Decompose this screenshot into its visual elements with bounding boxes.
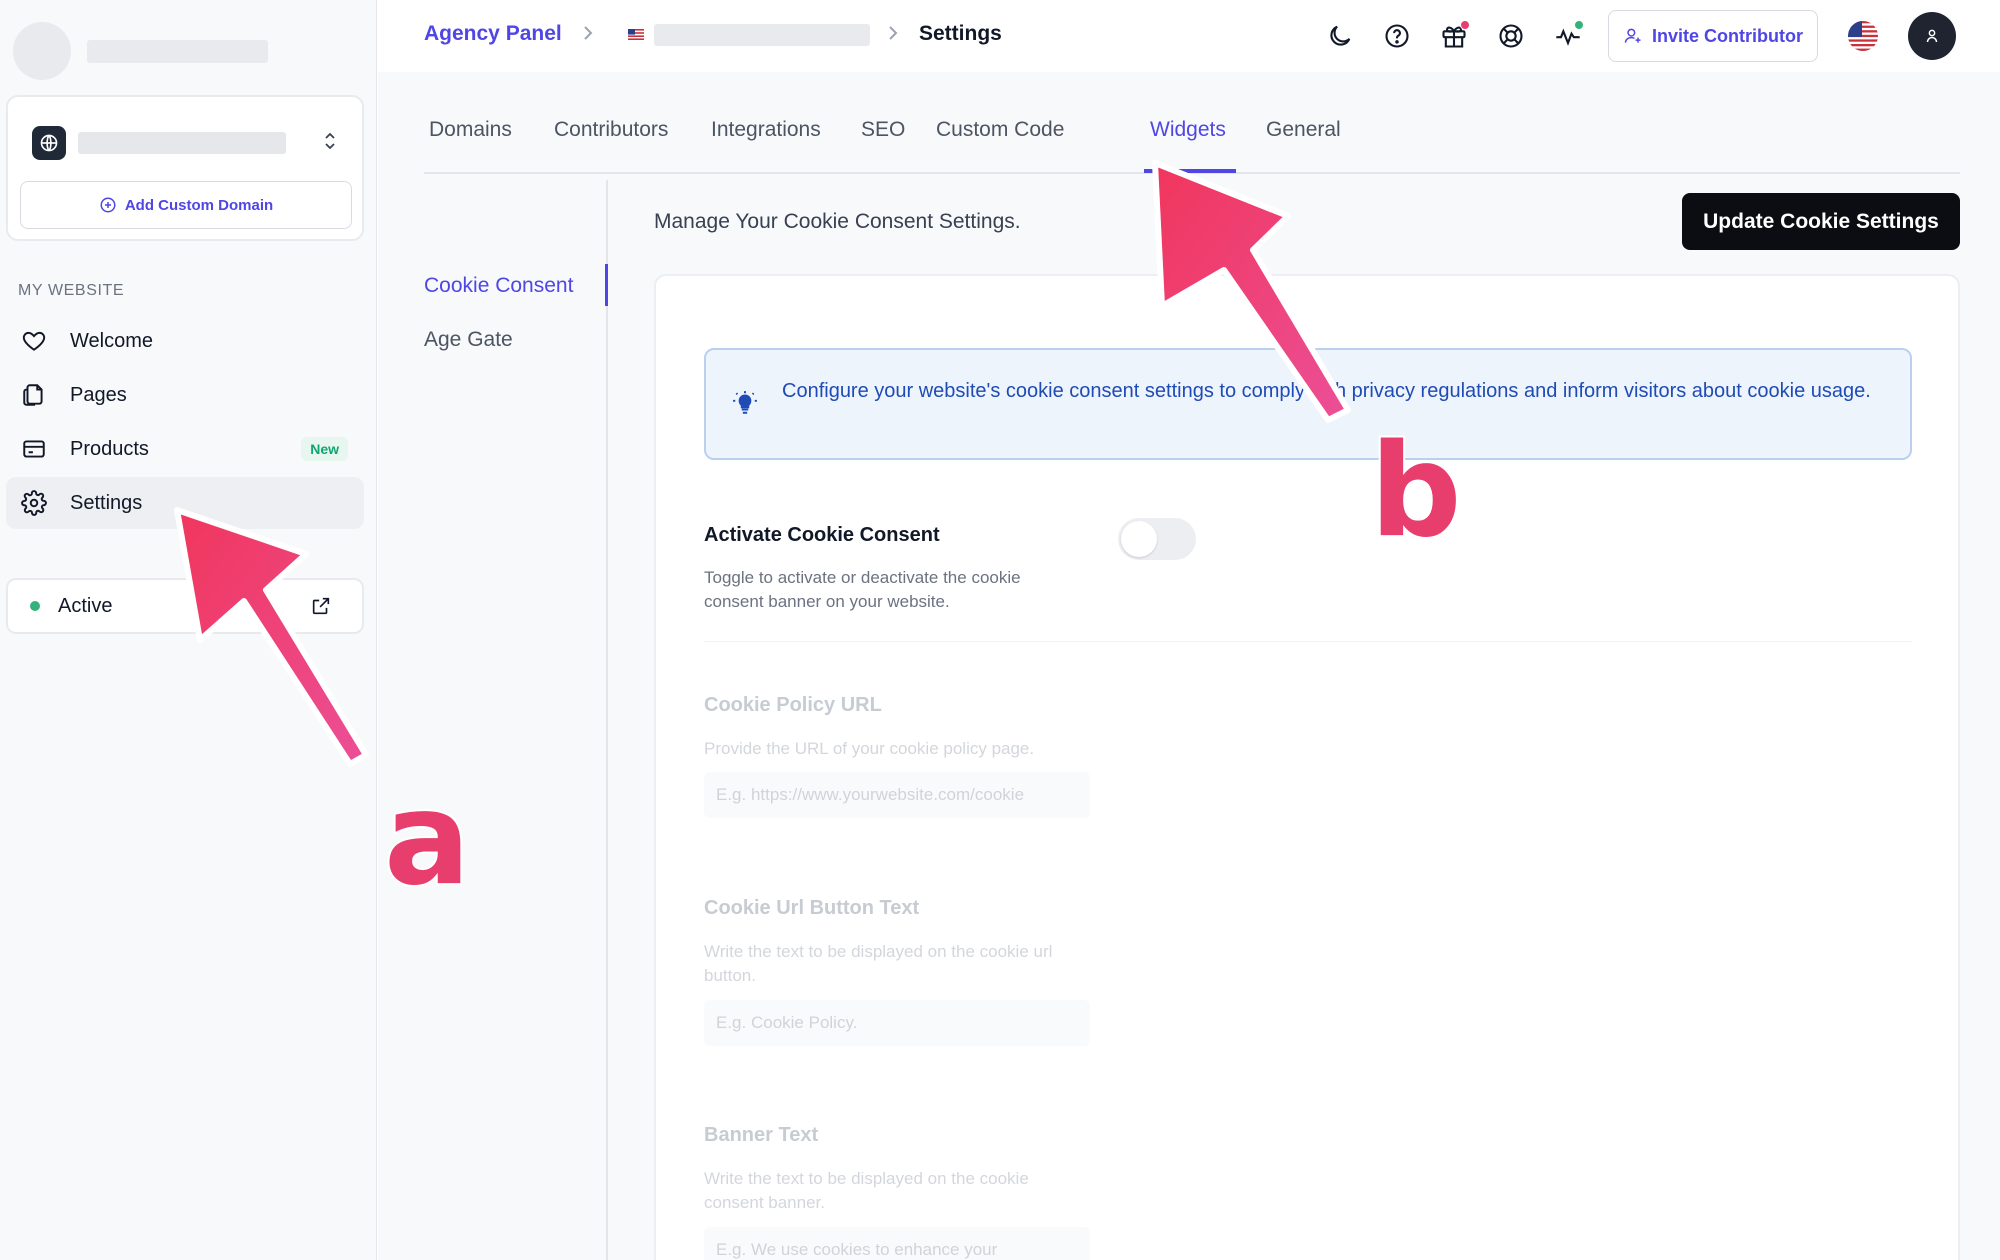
globe-icon <box>32 126 66 160</box>
sidebar: Add Custom Domain MY WEBSITE Welcome Pag… <box>0 0 377 1260</box>
subnav-cookie-consent[interactable]: Cookie Consent <box>424 274 573 298</box>
help-icon[interactable] <box>1375 14 1419 58</box>
chevron-right-icon <box>581 22 595 44</box>
user-profile[interactable] <box>13 22 353 80</box>
tab-seo[interactable]: SEO <box>861 118 905 142</box>
notification-dot <box>1460 20 1470 30</box>
cookie-url-button-text-title: Cookie Url Button Text <box>704 897 920 919</box>
gear-icon <box>20 489 48 517</box>
info-callout: Configure your website's cookie consent … <box>704 348 1912 460</box>
top-bar: Agency Panel Settings Invite Contributor <box>378 0 2000 72</box>
active-tab-indicator <box>1144 169 1236 173</box>
cookie-policy-url-desc: Provide the URL of your cookie policy pa… <box>704 739 1035 758</box>
active-subnav-indicator <box>605 264 608 306</box>
tab-custom-code[interactable]: Custom Code <box>936 118 1064 142</box>
status-dot <box>30 601 40 611</box>
website-selector-card: Add Custom Domain <box>6 95 364 241</box>
cookie-policy-url-input[interactable]: E.g. https://www.yourwebsite.com/cookie <box>704 772 1090 818</box>
top-actions: Invite Contributor <box>1305 10 2000 62</box>
update-cookie-settings-button[interactable]: Update Cookie Settings <box>1682 193 1960 250</box>
invite-contributor-label: Invite Contributor <box>1652 25 1803 46</box>
sidebar-item-label: Pages <box>70 383 127 406</box>
us-flag-icon <box>628 29 644 40</box>
heart-icon <box>20 327 48 355</box>
user-menu-avatar[interactable] <box>1908 12 1956 60</box>
user-icon <box>1926 29 1938 43</box>
site-status-card[interactable]: Active <box>6 578 364 634</box>
add-custom-domain-label: Add Custom Domain <box>124 196 274 214</box>
banner-text-desc: Write the text to be displayed on the co… <box>704 1169 1029 1212</box>
language-flag-icon[interactable] <box>1848 21 1878 51</box>
activity-icon[interactable] <box>1546 14 1590 58</box>
subnav-age-gate[interactable]: Age Gate <box>424 328 513 352</box>
breadcrumb-settings: Settings <box>919 22 1002 45</box>
info-text: Configure your website's cookie consent … <box>782 380 1871 402</box>
add-custom-domain-button[interactable]: Add Custom Domain <box>20 181 352 229</box>
tab-contributors[interactable]: Contributors <box>554 118 668 142</box>
activate-cookie-consent-desc: Toggle to activate or deactivate the coo… <box>704 568 1021 611</box>
avatar-placeholder <box>13 22 71 80</box>
lightbulb-icon <box>732 390 758 421</box>
gift-icon[interactable] <box>1432 14 1476 58</box>
sidebar-item-pages[interactable]: Pages <box>6 369 364 421</box>
tab-widgets[interactable]: Widgets <box>1150 118 1226 142</box>
section-label-my-website: MY WEBSITE <box>18 282 125 299</box>
activate-cookie-consent-title: Activate Cookie Consent <box>704 524 940 546</box>
toggle-knob <box>1121 521 1157 557</box>
breadcrumb-website-redacted[interactable] <box>654 24 870 46</box>
sidebar-item-label: Settings <box>70 491 143 514</box>
status-label: Active <box>58 594 113 617</box>
app-window: Add Custom Domain MY WEBSITE Welcome Pag… <box>0 0 2000 1260</box>
user-name-redacted <box>87 39 268 63</box>
settings-tabs: Domains Contributors Integrations SEO Cu… <box>424 72 1960 174</box>
cookie-url-button-text-input[interactable]: E.g. Cookie Policy. <box>704 1000 1090 1046</box>
tab-domains[interactable]: Domains <box>429 118 512 142</box>
main-content: Domains Contributors Integrations SEO Cu… <box>378 72 2000 1260</box>
cookie-policy-url-title: Cookie Policy URL <box>704 694 882 716</box>
plus-circle-icon <box>100 197 116 213</box>
external-link-icon[interactable] <box>310 595 332 617</box>
breadcrumb-agency-panel[interactable]: Agency Panel <box>424 22 562 46</box>
chevron-up-down-icon <box>322 131 338 156</box>
cookie-settings-panel: Configure your website's cookie consent … <box>654 274 1960 1260</box>
pages-icon <box>20 381 48 409</box>
tab-integrations[interactable]: Integrations <box>711 118 821 142</box>
tab-general[interactable]: General <box>1266 118 1341 142</box>
sidebar-item-label: Welcome <box>70 329 153 352</box>
cookie-url-button-text-desc: Write the text to be displayed on the co… <box>704 942 1053 985</box>
website-name-redacted <box>78 132 286 154</box>
divider <box>704 641 1912 642</box>
chevron-right-icon <box>886 22 900 44</box>
annotation-label-a: a <box>382 765 472 914</box>
section-heading: Manage Your Cookie Consent Settings. <box>654 210 1021 233</box>
add-user-icon <box>1624 28 1641 43</box>
new-badge: New <box>301 437 348 461</box>
status-dot <box>1574 20 1584 30</box>
sidebar-item-products[interactable]: Products New <box>6 423 364 475</box>
activate-cookie-consent-toggle[interactable] <box>1118 518 1196 560</box>
card-icon <box>20 435 48 463</box>
support-icon[interactable] <box>1489 14 1533 58</box>
annotation-label-b: b <box>1368 417 1464 566</box>
banner-text-input[interactable]: E.g. We use cookies to enhance your <box>704 1227 1090 1260</box>
banner-text-title: Banner Text <box>704 1124 819 1146</box>
moon-icon[interactable] <box>1318 14 1362 58</box>
widgets-subnav: Cookie Consent Age Gate <box>424 180 608 1260</box>
sidebar-item-welcome[interactable]: Welcome <box>6 315 364 367</box>
website-selector[interactable] <box>32 125 342 161</box>
sidebar-item-label: Products <box>70 437 149 460</box>
invite-contributor-button[interactable]: Invite Contributor <box>1608 10 1818 62</box>
sidebar-item-settings[interactable]: Settings <box>6 477 364 529</box>
